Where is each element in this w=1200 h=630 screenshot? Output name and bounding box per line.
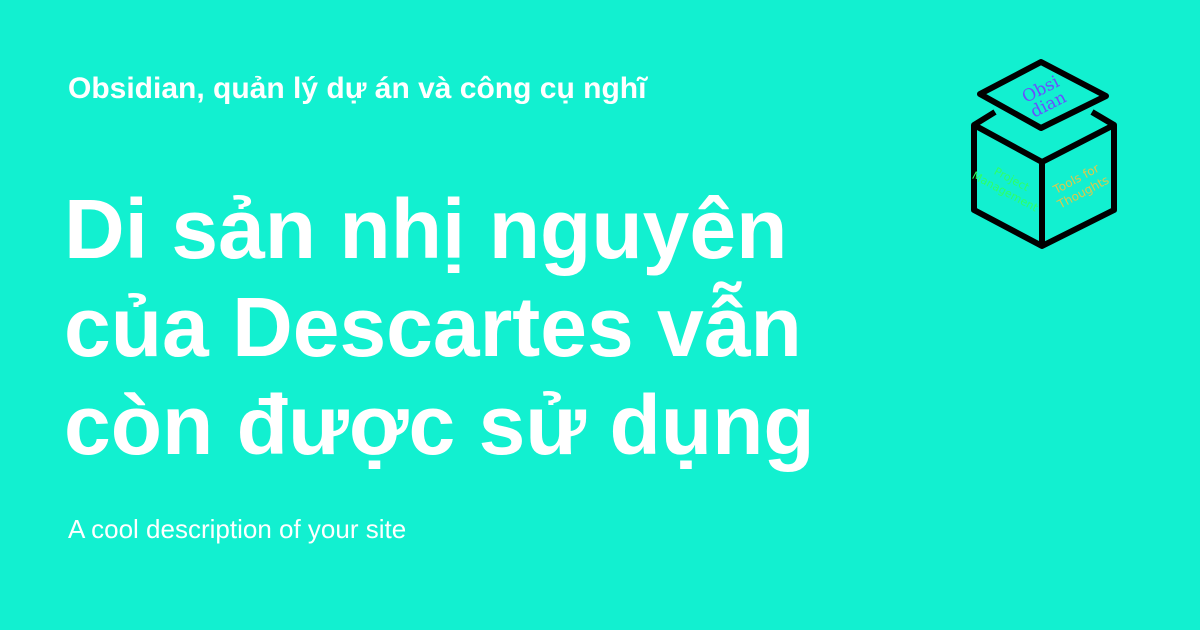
logo-cube-edges xyxy=(972,122,1116,165)
cube-logo-icon: Obsi dian Project Management Tools for T… xyxy=(970,59,1117,249)
page-title: Di sản nhị nguyên của Descartes vẫn còn … xyxy=(64,182,815,472)
site-description: A cool description of your site xyxy=(68,514,407,544)
og-card: Obsidian, quản lý dự án và công cụ nghĩ … xyxy=(0,0,1200,630)
site-name: Obsidian, quản lý dự án và công cụ nghĩ xyxy=(68,72,647,105)
